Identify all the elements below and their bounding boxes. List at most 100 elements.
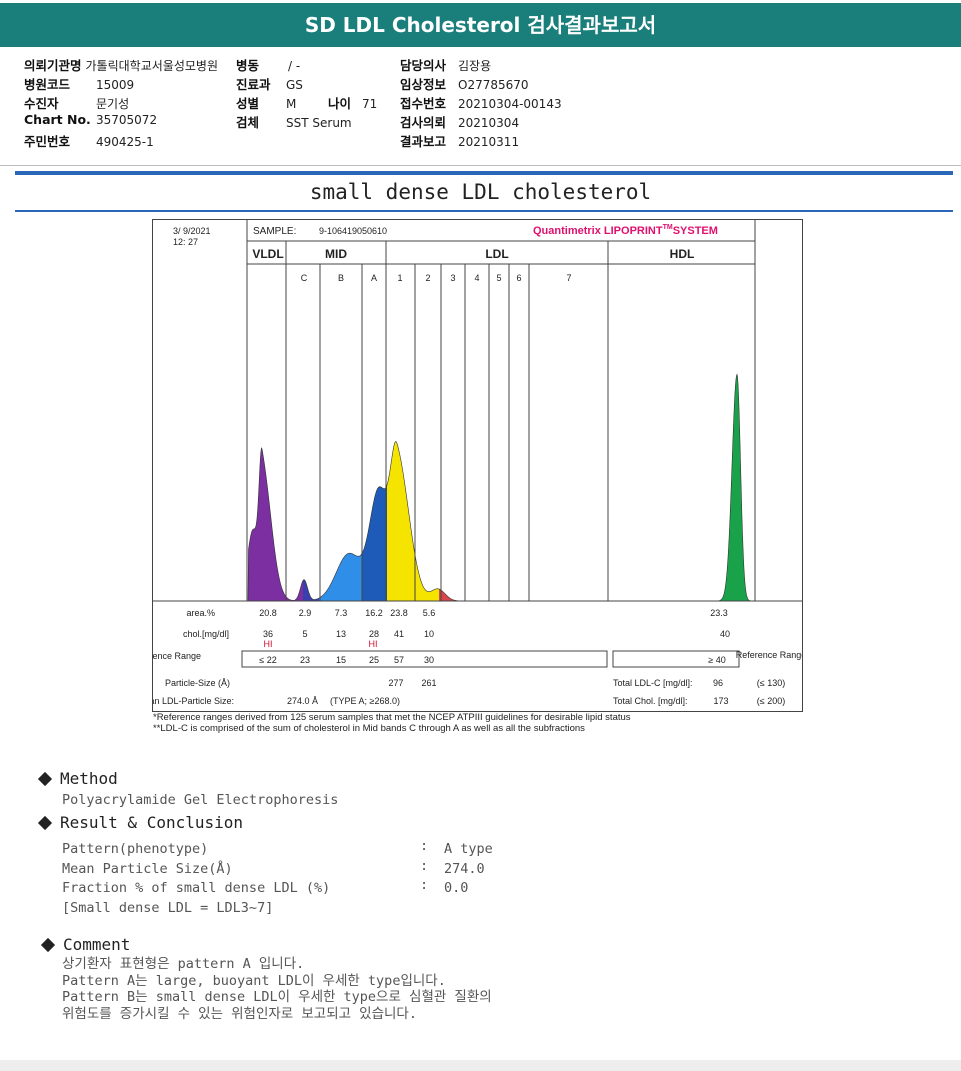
info-label: 주민번호 — [24, 134, 71, 149]
info-label: 검체 — [236, 115, 260, 130]
method-text: Polyacrylamide Gel Electrophoresis — [62, 792, 339, 808]
divider — [0, 165, 961, 166]
info-label: 담당의사 — [400, 58, 447, 73]
ref-value: 15 — [336, 655, 346, 665]
particle-size-value: 277 — [388, 678, 403, 688]
info-label: 병원코드 — [24, 77, 71, 92]
area-value: 16.2 — [365, 608, 383, 618]
comment-line: 위험도를 증가시킬 수 있는 위험인자로 보고되고 있습니다. — [62, 1005, 417, 1022]
hi-flag: HI — [369, 639, 378, 649]
info-value: / - — [288, 59, 301, 73]
result-sep: : — [420, 838, 429, 854]
report-header-title: SD LDL Cholesterol 검사결과보고서 — [0, 3, 961, 47]
ref-value: 25 — [369, 655, 379, 665]
footnotes: *Reference ranges derived from 125 serum… — [153, 712, 631, 734]
report-title: small dense LDL cholesterol — [309, 180, 652, 204]
result-row: Pattern(phenotype): A type — [62, 838, 493, 860]
chol-row-label: chol.[mg/dl] — [183, 629, 229, 639]
chol-value: 28 — [369, 629, 379, 639]
info-label: 임상정보 — [400, 77, 447, 92]
info-label: 의뢰기관명 — [24, 58, 82, 73]
footnote: **LDL-C is comprised of the sum of chole… — [153, 723, 585, 734]
footnote: *Reference ranges derived from 125 serum… — [153, 712, 631, 723]
ref-right-label: Reference Range — [736, 650, 802, 660]
ref-label-text: Reference Range — [153, 651, 201, 661]
system-name: Quantimetrix LIPOPRINTTMSYSTEM — [533, 224, 718, 237]
sample-label: SAMPLE: — [253, 226, 296, 237]
comment-text: 상기환자 표현형은 pattern A 입니다. Pattern A는 larg… — [62, 956, 492, 1022]
chol-value: 13 — [336, 629, 346, 639]
info-label: 검사의뢰 — [400, 115, 447, 130]
band-label: A — [371, 273, 377, 283]
method-heading: Method — [37, 769, 118, 788]
total-ldl-ref: (≤ 130) — [757, 678, 785, 688]
title-rule-bottom — [15, 210, 953, 212]
chol-value: 5 — [302, 629, 307, 639]
group-vldl: VLDL — [252, 247, 283, 261]
band-label: 5 — [496, 273, 501, 283]
info-value: 김장용 — [458, 59, 492, 73]
chol-hdl-value: 40 — [720, 629, 730, 639]
result-note: [Small dense LDL = LDL3~7] — [62, 899, 274, 916]
area-value: 2.9 — [299, 608, 312, 618]
curve-outline-hdl — [698, 373, 753, 602]
patient-info: 의뢰기관명 가톨릭대학교서울성모병원 병원코드 15009 수진자 문기성 Chart… — [0, 50, 961, 164]
lipoprint-report: 3/ 9/2021 12: 27 SAMPLE: 9-106419050610 … — [130, 219, 806, 712]
band-label: 7 — [566, 273, 571, 283]
area-value: 20.8 — [259, 608, 277, 618]
sample-id: 9-106419050610 — [319, 226, 387, 236]
ref-value: 30 — [424, 655, 434, 665]
area-value: 5.6 — [423, 608, 436, 618]
area-hdl-value: 23.3 — [710, 608, 728, 618]
mean-size-label: Mean LDL-Particle Size: — [153, 696, 234, 706]
system-suffix: SYSTEM — [673, 225, 718, 237]
band-dividers — [285, 241, 609, 601]
result-value: 274.0 — [444, 860, 485, 877]
result-value: A type — [444, 841, 493, 857]
diamond-icon — [37, 815, 53, 831]
hi-flag: HI — [264, 639, 273, 649]
band-label: 1 — [397, 273, 402, 283]
total-ldl-label: Total LDL-C [mg/dl]: — [613, 678, 693, 688]
info-col1: 의뢰기관명 가톨릭대학교서울성모병원 병원코드 15009 수진자 문기성 Chart… — [24, 55, 218, 150]
info-label: Chart No. — [24, 112, 91, 127]
band-label: C — [301, 273, 308, 283]
info-col2: 병동 / - 진료과 GS 성별 M 나이 71 검체 SST Serum — [236, 55, 377, 131]
result-label: Fraction % of small dense LDL (%) — [62, 880, 331, 896]
total-chol-label: Total Chol. [mg/dl]: — [613, 696, 688, 706]
info-value: 35705072 — [96, 113, 158, 127]
chol-value: 41 — [394, 629, 404, 639]
band-label: 2 — [425, 273, 430, 283]
lipoprint-chart: 3/ 9/2021 12: 27 SAMPLE: 9-106419050610 … — [130, 220, 806, 706]
info-value: O27785670 — [458, 78, 529, 92]
result-label: Pattern(phenotype) — [62, 841, 209, 857]
band-label: B — [338, 273, 344, 283]
result-sep: : — [420, 877, 429, 893]
total-chol-ref: (≤ 200) — [757, 696, 785, 706]
diamond-icon — [37, 771, 53, 787]
ref-value: 57 — [394, 655, 404, 665]
datetime-time: 12: 27 — [173, 237, 198, 247]
area-hdl — [698, 374, 753, 601]
particle-size-label: Particle-Size (Å) — [165, 678, 230, 688]
result-title: Result & Conclusion — [60, 813, 244, 832]
title-rule-top — [15, 171, 953, 175]
info-value: GS — [286, 78, 303, 92]
info-value: 71 — [362, 97, 378, 111]
info-value: SST Serum — [286, 116, 352, 130]
particle-size-value: 261 — [421, 678, 436, 688]
comment-heading: Comment — [40, 935, 130, 954]
info-value: M — [286, 97, 297, 111]
datetime-date: 3/ 9/2021 — [173, 226, 211, 236]
result-label: Mean Particle Size(Å) — [62, 860, 233, 877]
chol-value: 36 — [263, 629, 273, 639]
info-label: 병동 — [236, 58, 260, 73]
info-label: 나이 — [328, 96, 352, 111]
info-value: 20210311 — [458, 135, 520, 149]
ref-value: ≤ 22 — [259, 655, 276, 665]
mean-size-type: (TYPE A; ≥268.0) — [330, 696, 400, 706]
area-ldl1 — [387, 441, 439, 601]
diamond-icon — [40, 937, 56, 953]
info-label: 진료과 — [236, 77, 271, 92]
ref-value: 23 — [300, 655, 310, 665]
